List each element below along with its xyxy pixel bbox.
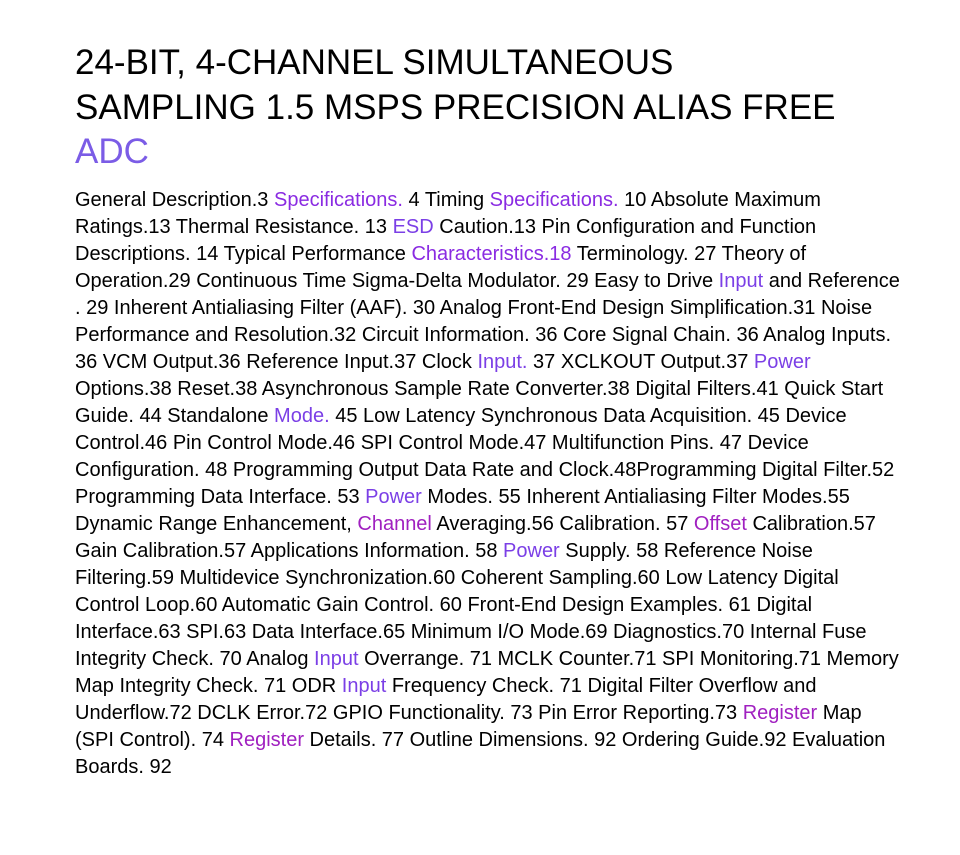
toc-text: General Description.3 <box>75 189 274 211</box>
toc-link[interactable]: Specifications. <box>490 189 619 211</box>
toc-text: 4 Timing <box>402 189 490 211</box>
document-page: 24-BIT, 4-CHANNEL SIMULTANEOUS SAMPLING 1… <box>0 0 960 855</box>
toc-link[interactable]: Input. <box>477 351 527 373</box>
toc-link[interactable]: Mode. <box>274 405 330 427</box>
toc-link[interactable]: Offset <box>694 513 747 535</box>
title-line-2: SAMPLING 1.5 MSPS PRECISION ALIAS FREE <box>75 87 836 127</box>
toc-text: 37 XCLKOUT Output.37 <box>527 351 754 373</box>
toc-link[interactable]: Power <box>503 540 560 562</box>
toc-link[interactable]: Input <box>314 648 358 670</box>
title-line-3: ADC <box>75 132 149 171</box>
toc-link[interactable]: Power <box>754 351 811 373</box>
title-line-1: 24-BIT, 4-CHANNEL SIMULTANEOUS <box>75 43 674 82</box>
toc-link[interactable]: Input <box>342 675 386 697</box>
toc-link[interactable]: Register <box>743 702 817 724</box>
toc-link[interactable]: Power <box>365 486 422 508</box>
document-title: 24-BIT, 4-CHANNEL SIMULTANEOUS SAMPLING 1… <box>75 41 915 175</box>
toc-link[interactable]: Input <box>719 270 763 292</box>
toc-link[interactable]: ESD <box>393 216 434 238</box>
toc-link[interactable]: Register <box>230 729 304 751</box>
table-of-contents: General Description.3 Specifications. 4 … <box>75 187 905 781</box>
toc-link[interactable]: Specifications. <box>274 189 403 211</box>
toc-text: Averaging.56 Calibration. 57 <box>431 513 694 535</box>
toc-link[interactable]: Characteristics.18 <box>411 243 571 265</box>
toc-link[interactable]: Channel <box>357 513 432 535</box>
